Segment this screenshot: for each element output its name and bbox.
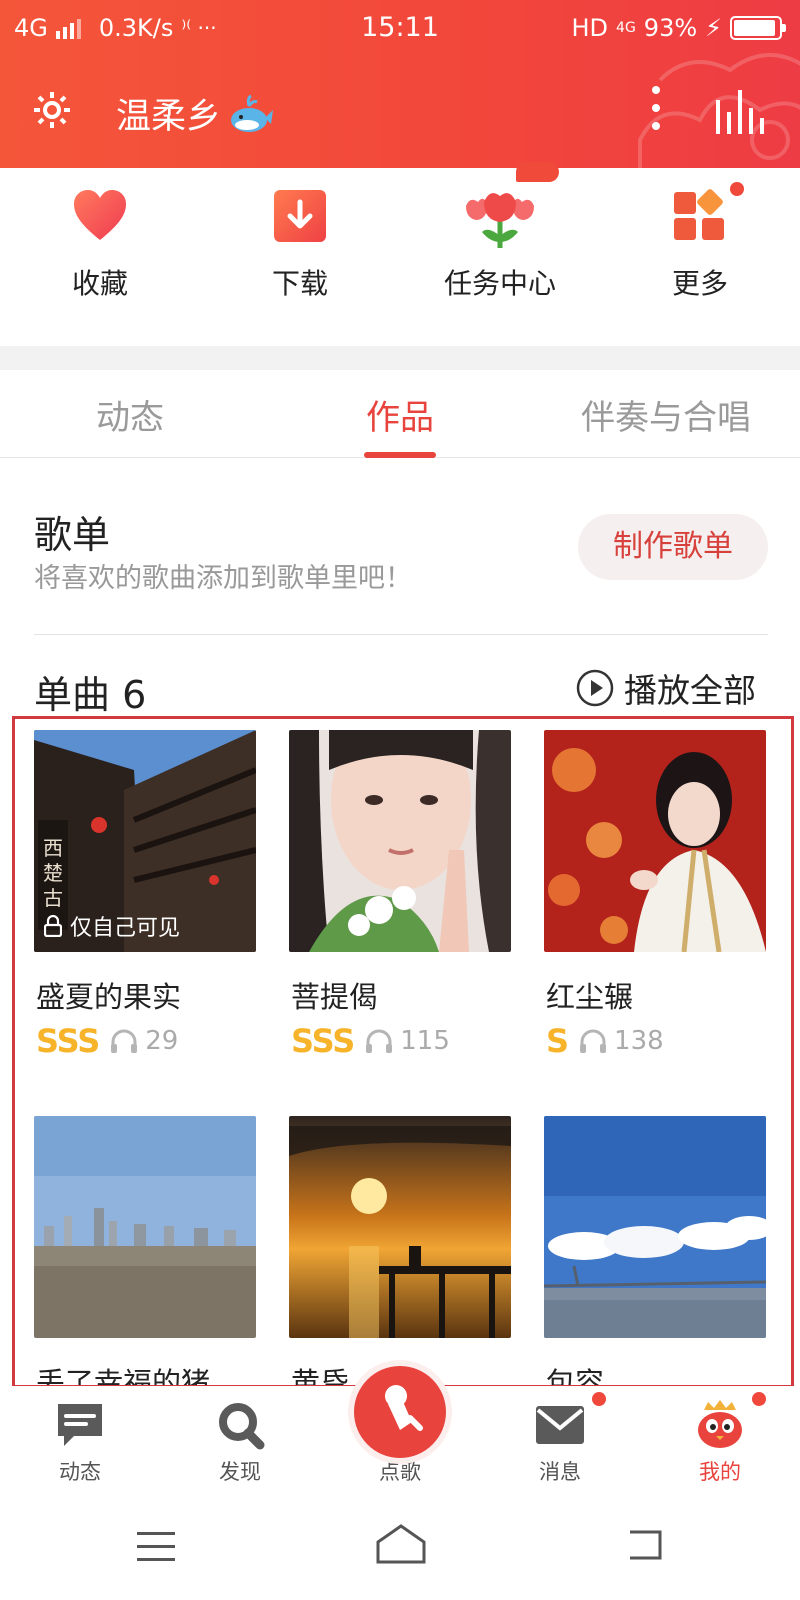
song-meta: S 138 [546, 1022, 664, 1060]
section-separator [0, 346, 800, 370]
nav-item-me[interactable]: 我的 [640, 1386, 800, 1502]
svg-text:楚: 楚 [43, 861, 63, 885]
nav-bar: 温柔乡 [0, 76, 800, 156]
song-title: 盛夏的果实 [36, 980, 182, 1014]
mail-icon [536, 1406, 584, 1444]
net-type-right: 4G [616, 20, 636, 36]
quick-action-task-center[interactable]: 任务中心 [400, 168, 600, 346]
playlist-hint: 将喜欢的歌曲添加到歌单里吧！ [34, 563, 412, 594]
song-title: 包容 [546, 1366, 605, 1386]
tab-works[interactable]: 作品 [330, 390, 470, 439]
listen-count-value: 29 [145, 1026, 179, 1056]
heart-icon [74, 190, 126, 240]
equalizer-icon[interactable] [716, 90, 764, 134]
charging-icon: ⚡ [705, 14, 722, 42]
play-circle-icon [576, 669, 614, 707]
mic-icon [385, 1385, 423, 1431]
listen-count: 138 [578, 1026, 664, 1056]
headphones-icon [580, 1029, 607, 1053]
svg-text:西: 西 [43, 836, 63, 860]
play-all-button[interactable]: 播放全部 [576, 664, 756, 712]
singles-heading: 单曲 6 [34, 673, 147, 717]
song-title: 丢了幸福的猪 [36, 1366, 211, 1386]
song-cover[interactable]: 西 楚 古 仅自己可见 [34, 730, 256, 952]
song-cover[interactable] [544, 730, 766, 952]
download-icon [274, 190, 326, 242]
create-playlist-button[interactable]: 制作歌单 [578, 514, 768, 580]
nav-label: 发现 [219, 1460, 261, 1484]
grid-icon [674, 189, 724, 240]
tab-activity[interactable]: 动态 [60, 390, 200, 439]
messages-notification-dot [592, 1392, 606, 1406]
song-title: 黄昏 [291, 1366, 350, 1386]
status-bar: 4G 0.3K/s ⁾⁽ ··· 15:11 HD 4G 93% ⚡ [0, 0, 800, 56]
quick-action-favorites[interactable]: 收藏 [0, 168, 200, 346]
tulip-icon [466, 193, 534, 248]
avatar-icon [698, 1400, 742, 1448]
more-notification-dot [730, 182, 744, 196]
battery-percent: 93% [643, 14, 698, 42]
private-indicator: 仅自己可见 [44, 910, 180, 942]
private-label: 仅自己可见 [70, 916, 181, 941]
divider [34, 634, 768, 635]
headphones-icon [366, 1029, 393, 1053]
user-name: 温柔乡 [116, 97, 222, 137]
quick-action-label: 更多 [671, 267, 728, 300]
hd-label: HD [571, 14, 609, 42]
nav-label: 点歌 [379, 1460, 421, 1484]
whale-icon [231, 94, 274, 132]
app-header: 4G 0.3K/s ⁾⁽ ··· 15:11 HD 4G 93% ⚡ 温柔乡 [0, 0, 800, 168]
nav-item-messages[interactable]: 消息 [480, 1386, 640, 1502]
page-title: 温柔乡 [116, 88, 274, 139]
headphones-icon [111, 1029, 138, 1053]
recent-apps-button[interactable] [137, 1532, 175, 1562]
quick-actions: 收藏 下载 任务中心 更多 [0, 162, 800, 346]
song-cover[interactable] [289, 730, 511, 952]
home-button[interactable] [374, 1522, 428, 1566]
song-meta: SSS 29 [36, 1022, 178, 1060]
score-grade: SSS [36, 1022, 100, 1060]
song-title: 菩提偈 [291, 980, 379, 1014]
quick-action-label: 收藏 [71, 267, 128, 300]
song-meta: SSS 115 [291, 1022, 450, 1060]
score-grade: S [546, 1022, 569, 1060]
listen-count: 29 [109, 1026, 178, 1056]
quick-action-label: 任务中心 [443, 267, 556, 300]
song-cover[interactable] [34, 1116, 256, 1338]
request-song-center-button[interactable] [354, 1366, 446, 1458]
search-icon [219, 1403, 265, 1450]
content-tabs: 动态 作品 伴奏与合唱 [0, 370, 800, 458]
tab-accompaniment-chorus[interactable]: 伴奏与合唱 [566, 390, 766, 439]
me-notification-dot [752, 1392, 766, 1406]
playlist-heading: 歌单 [34, 513, 111, 557]
song-cover[interactable] [544, 1116, 766, 1338]
song-grid: 西 楚 古 仅自己可见 盛夏的果实 SSS 29 菩提偈 SSS 115 红尘辗… [0, 730, 800, 1386]
task-badge [516, 162, 559, 182]
nav-label: 动态 [59, 1460, 101, 1484]
song-cover[interactable] [289, 1116, 511, 1338]
quick-action-more[interactable]: 更多 [600, 168, 800, 346]
nav-label: 消息 [539, 1460, 581, 1484]
listen-count: 115 [364, 1026, 450, 1056]
back-button[interactable] [626, 1528, 664, 1562]
listen-count-value: 138 [614, 1026, 664, 1056]
more-options-icon[interactable] [650, 86, 662, 138]
battery-icon [730, 16, 786, 40]
score-grade: SSS [291, 1022, 355, 1060]
nav-item-discover[interactable]: 发现 [160, 1386, 320, 1502]
active-tab-indicator [364, 452, 436, 458]
nav-item-activity[interactable]: 动态 [0, 1386, 160, 1502]
chat-icon [58, 1404, 102, 1446]
quick-action-label: 下载 [271, 267, 328, 300]
play-all-label: 播放全部 [624, 671, 756, 710]
gear-icon[interactable] [32, 90, 72, 130]
listen-count-value: 115 [400, 1026, 450, 1056]
quick-action-download[interactable]: 下载 [200, 168, 400, 346]
song-title: 红尘辗 [546, 980, 634, 1014]
lock-icon [44, 915, 62, 937]
svg-text:古: 古 [43, 886, 63, 910]
system-navigation-bar [0, 1502, 800, 1600]
nav-label: 我的 [699, 1460, 741, 1484]
